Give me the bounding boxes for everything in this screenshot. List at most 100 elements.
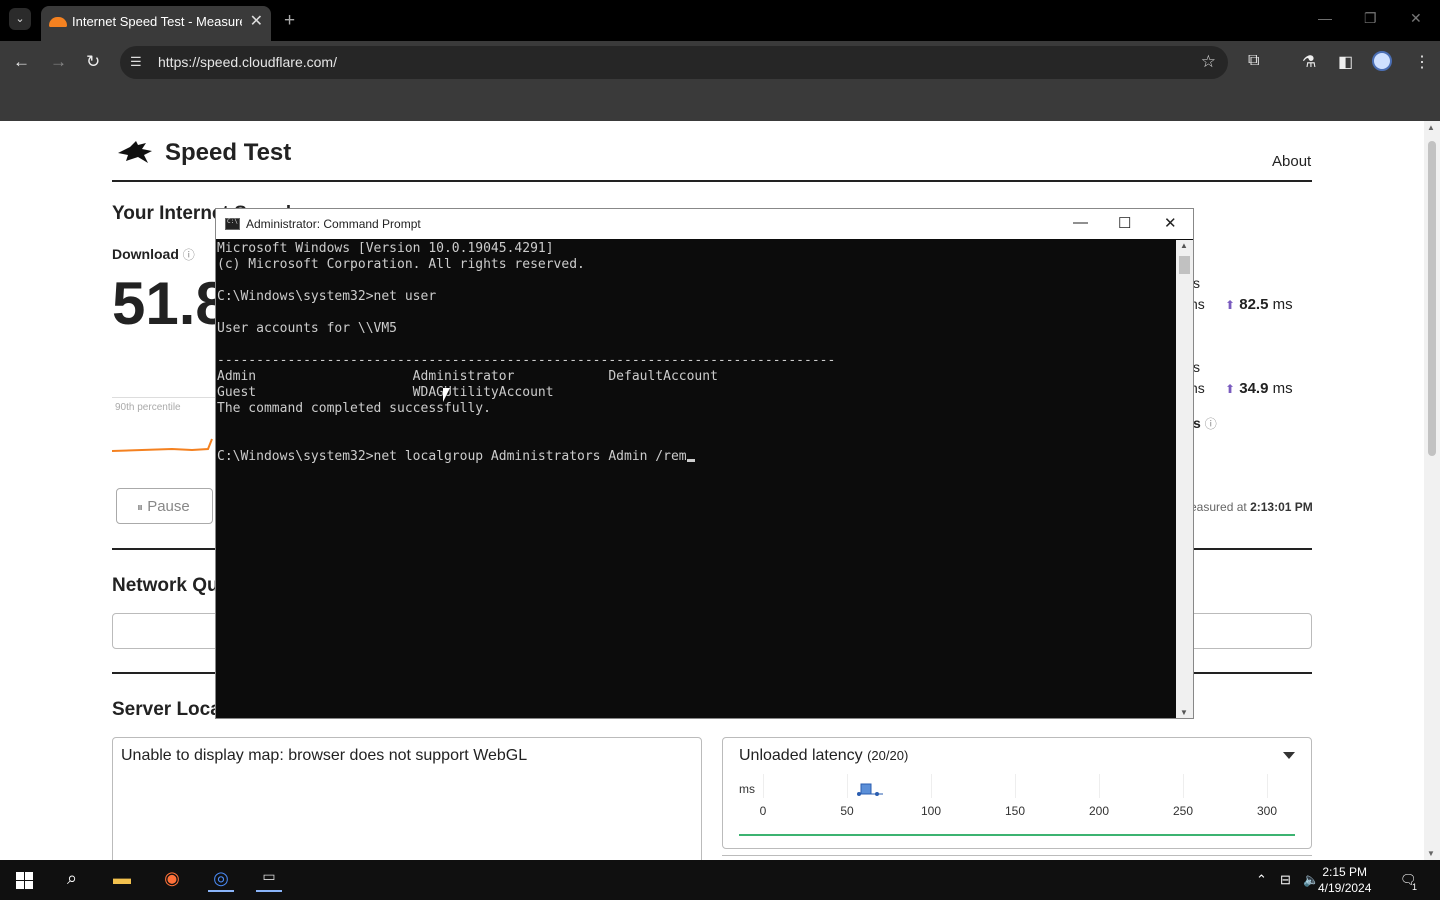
- axis-tick: 50: [840, 804, 854, 818]
- upload-arrow-icon: ⬆: [1225, 298, 1236, 312]
- close-tab-icon[interactable]: ✕: [250, 11, 263, 31]
- volume-icon[interactable]: 🔈: [1303, 872, 1319, 888]
- forward-icon[interactable]: →: [50, 52, 67, 72]
- info-icon[interactable]: ⓘ: [1205, 417, 1217, 431]
- url-text[interactable]: https://speed.cloudflare.com/: [158, 54, 337, 70]
- current-command: C:\Windows\system32>net localgroup Admin…: [217, 449, 687, 464]
- page-scrollbar[interactable]: ▲ ▼: [1424, 121, 1440, 860]
- axis-tick: 200: [1088, 804, 1110, 818]
- restore-icon[interactable]: ❐: [1364, 10, 1377, 27]
- cmd-scrollbar[interactable]: ▲ ▼: [1176, 240, 1193, 718]
- chrome-icon[interactable]: ◎: [208, 868, 234, 892]
- percentile-label: 90th percentile: [115, 402, 181, 413]
- scroll-down-icon[interactable]: ▼: [1427, 849, 1435, 858]
- gridline: [763, 774, 764, 798]
- download-sparkline: [112, 438, 213, 452]
- gridline: [1183, 774, 1184, 798]
- gridline: [1015, 774, 1016, 798]
- axis-tick: 250: [1172, 804, 1194, 818]
- terminal-line: The command completed successfully.: [217, 401, 491, 416]
- unloaded-latency-panel: Unloaded latency (20/20) ms 0 50 100 150…: [722, 737, 1312, 849]
- browser-tab-bar: ⌄ Internet Speed Test - Measure ✕ + — ❐ …: [0, 0, 1440, 41]
- start-icon[interactable]: [16, 872, 33, 889]
- new-tab-icon[interactable]: +: [284, 10, 295, 32]
- terminal-line: C:\Windows\system32>net user: [217, 289, 437, 304]
- axis-tick: 150: [1004, 804, 1026, 818]
- latency-partial-5: s ⓘ: [1193, 415, 1217, 431]
- site-info-icon[interactable]: ☰: [130, 54, 142, 70]
- bookmark-star-icon[interactable]: ☆: [1201, 52, 1216, 72]
- clock[interactable]: 2:15 PM 4/19/2024: [1318, 864, 1371, 896]
- minimize-icon[interactable]: —: [1318, 10, 1332, 26]
- gridline: [931, 774, 932, 798]
- terminal-command-line[interactable]: C:\Windows\system32>net localgroup Admin…: [217, 449, 1175, 465]
- chevron-down-icon[interactable]: [1283, 752, 1295, 759]
- sidepanel-icon[interactable]: ◧: [1338, 52, 1353, 72]
- divider: [112, 180, 1312, 182]
- menu-icon[interactable]: ⋮: [1414, 52, 1430, 72]
- chevron-up-icon[interactable]: ⌃: [1256, 872, 1267, 888]
- scroll-down-icon[interactable]: ▼: [1180, 708, 1188, 717]
- time: 2:15 PM: [1322, 865, 1368, 879]
- latency-boxplot: [857, 783, 883, 796]
- close-icon[interactable]: ✕: [1164, 214, 1177, 232]
- labs-icon[interactable]: ⚗: [1302, 52, 1316, 72]
- latency-partial-1: s: [1193, 275, 1200, 291]
- upload-latency-1: ⬆ 82.5 ms: [1225, 296, 1293, 313]
- tab-menu-icon[interactable]: ⌄: [9, 8, 31, 30]
- address-bar[interactable]: ☰ https://speed.cloudflare.com/ ☆: [120, 46, 1228, 79]
- download-value: 51.8: [112, 270, 229, 337]
- minimize-icon[interactable]: —: [1073, 214, 1088, 231]
- close-window-icon[interactable]: ✕: [1410, 10, 1422, 27]
- back-icon[interactable]: ←: [13, 52, 30, 72]
- cmd-icon[interactable]: ▭: [256, 868, 282, 892]
- scroll-thumb[interactable]: [1428, 141, 1436, 456]
- upload-arrow-icon: ⬆: [1225, 382, 1236, 396]
- cloudflare-favicon-icon: [49, 17, 67, 27]
- latency-partial-3: s: [1193, 359, 1200, 375]
- terminal-line: Microsoft Windows [Version 10.0.19045.42…: [217, 241, 554, 256]
- mouse-pointer-icon: [443, 388, 450, 402]
- terminal-line: User accounts for \\VM5: [217, 321, 398, 336]
- latency-baseline: [739, 834, 1295, 836]
- command-prompt-window[interactable]: Administrator: Command Prompt — ☐ ✕ Micr…: [215, 208, 1194, 719]
- terminal-line: Guest WDAGUtilityAccount: [217, 385, 554, 400]
- axis-unit: ms: [739, 782, 755, 796]
- profile-icon[interactable]: [1372, 51, 1392, 71]
- search-icon[interactable]: ⌕: [59, 868, 85, 892]
- download-label: Download ⓘ: [112, 246, 195, 262]
- brand-title: Speed Test: [165, 139, 292, 166]
- cmd-title: Administrator: Command Prompt: [246, 217, 421, 231]
- pause-button[interactable]: ⏸ Pause: [116, 488, 213, 524]
- extensions-icon[interactable]: ⧉: [1248, 52, 1259, 70]
- axis-tick: 100: [920, 804, 942, 818]
- reload-icon[interactable]: ↻: [86, 52, 100, 72]
- text-cursor: [686, 459, 695, 462]
- unloaded-latency-title: Unloaded latency (20/20): [739, 747, 909, 764]
- terminal-line: Admin Administrator DefaultAccount: [217, 369, 718, 384]
- scroll-thumb[interactable]: [1179, 256, 1190, 274]
- browser-tab[interactable]: Internet Speed Test - Measure ✕: [41, 6, 271, 41]
- browser-toolbar: ← → ↻ ☰ https://speed.cloudflare.com/ ☆ …: [0, 41, 1440, 85]
- map-box: Unable to display map: browser does not …: [112, 737, 702, 860]
- gridline: [1267, 774, 1268, 798]
- bookmarks-bar: [0, 85, 1440, 121]
- date: 4/19/2024: [1318, 881, 1372, 895]
- info-icon[interactable]: ⓘ: [183, 248, 195, 262]
- terminal-output[interactable]: Microsoft Windows [Version 10.0.19045.42…: [216, 240, 1176, 718]
- network-icon[interactable]: ⊟: [1280, 872, 1291, 888]
- axis-tick: 0: [759, 804, 767, 818]
- firefox-icon[interactable]: ◉: [159, 868, 185, 892]
- cmd-icon: [225, 218, 240, 230]
- cmd-titlebar[interactable]: Administrator: Command Prompt — ☐ ✕: [216, 209, 1193, 239]
- maximize-icon[interactable]: ☐: [1118, 214, 1131, 232]
- file-explorer-icon[interactable]: ▬: [109, 868, 135, 892]
- measured-at: easured at 2:13:01 PM: [1190, 500, 1313, 514]
- about-link[interactable]: About: [1272, 153, 1311, 170]
- scroll-up-icon[interactable]: ▲: [1427, 123, 1435, 132]
- scroll-up-icon[interactable]: ▲: [1180, 241, 1188, 250]
- rabbit-logo-icon: [118, 141, 152, 163]
